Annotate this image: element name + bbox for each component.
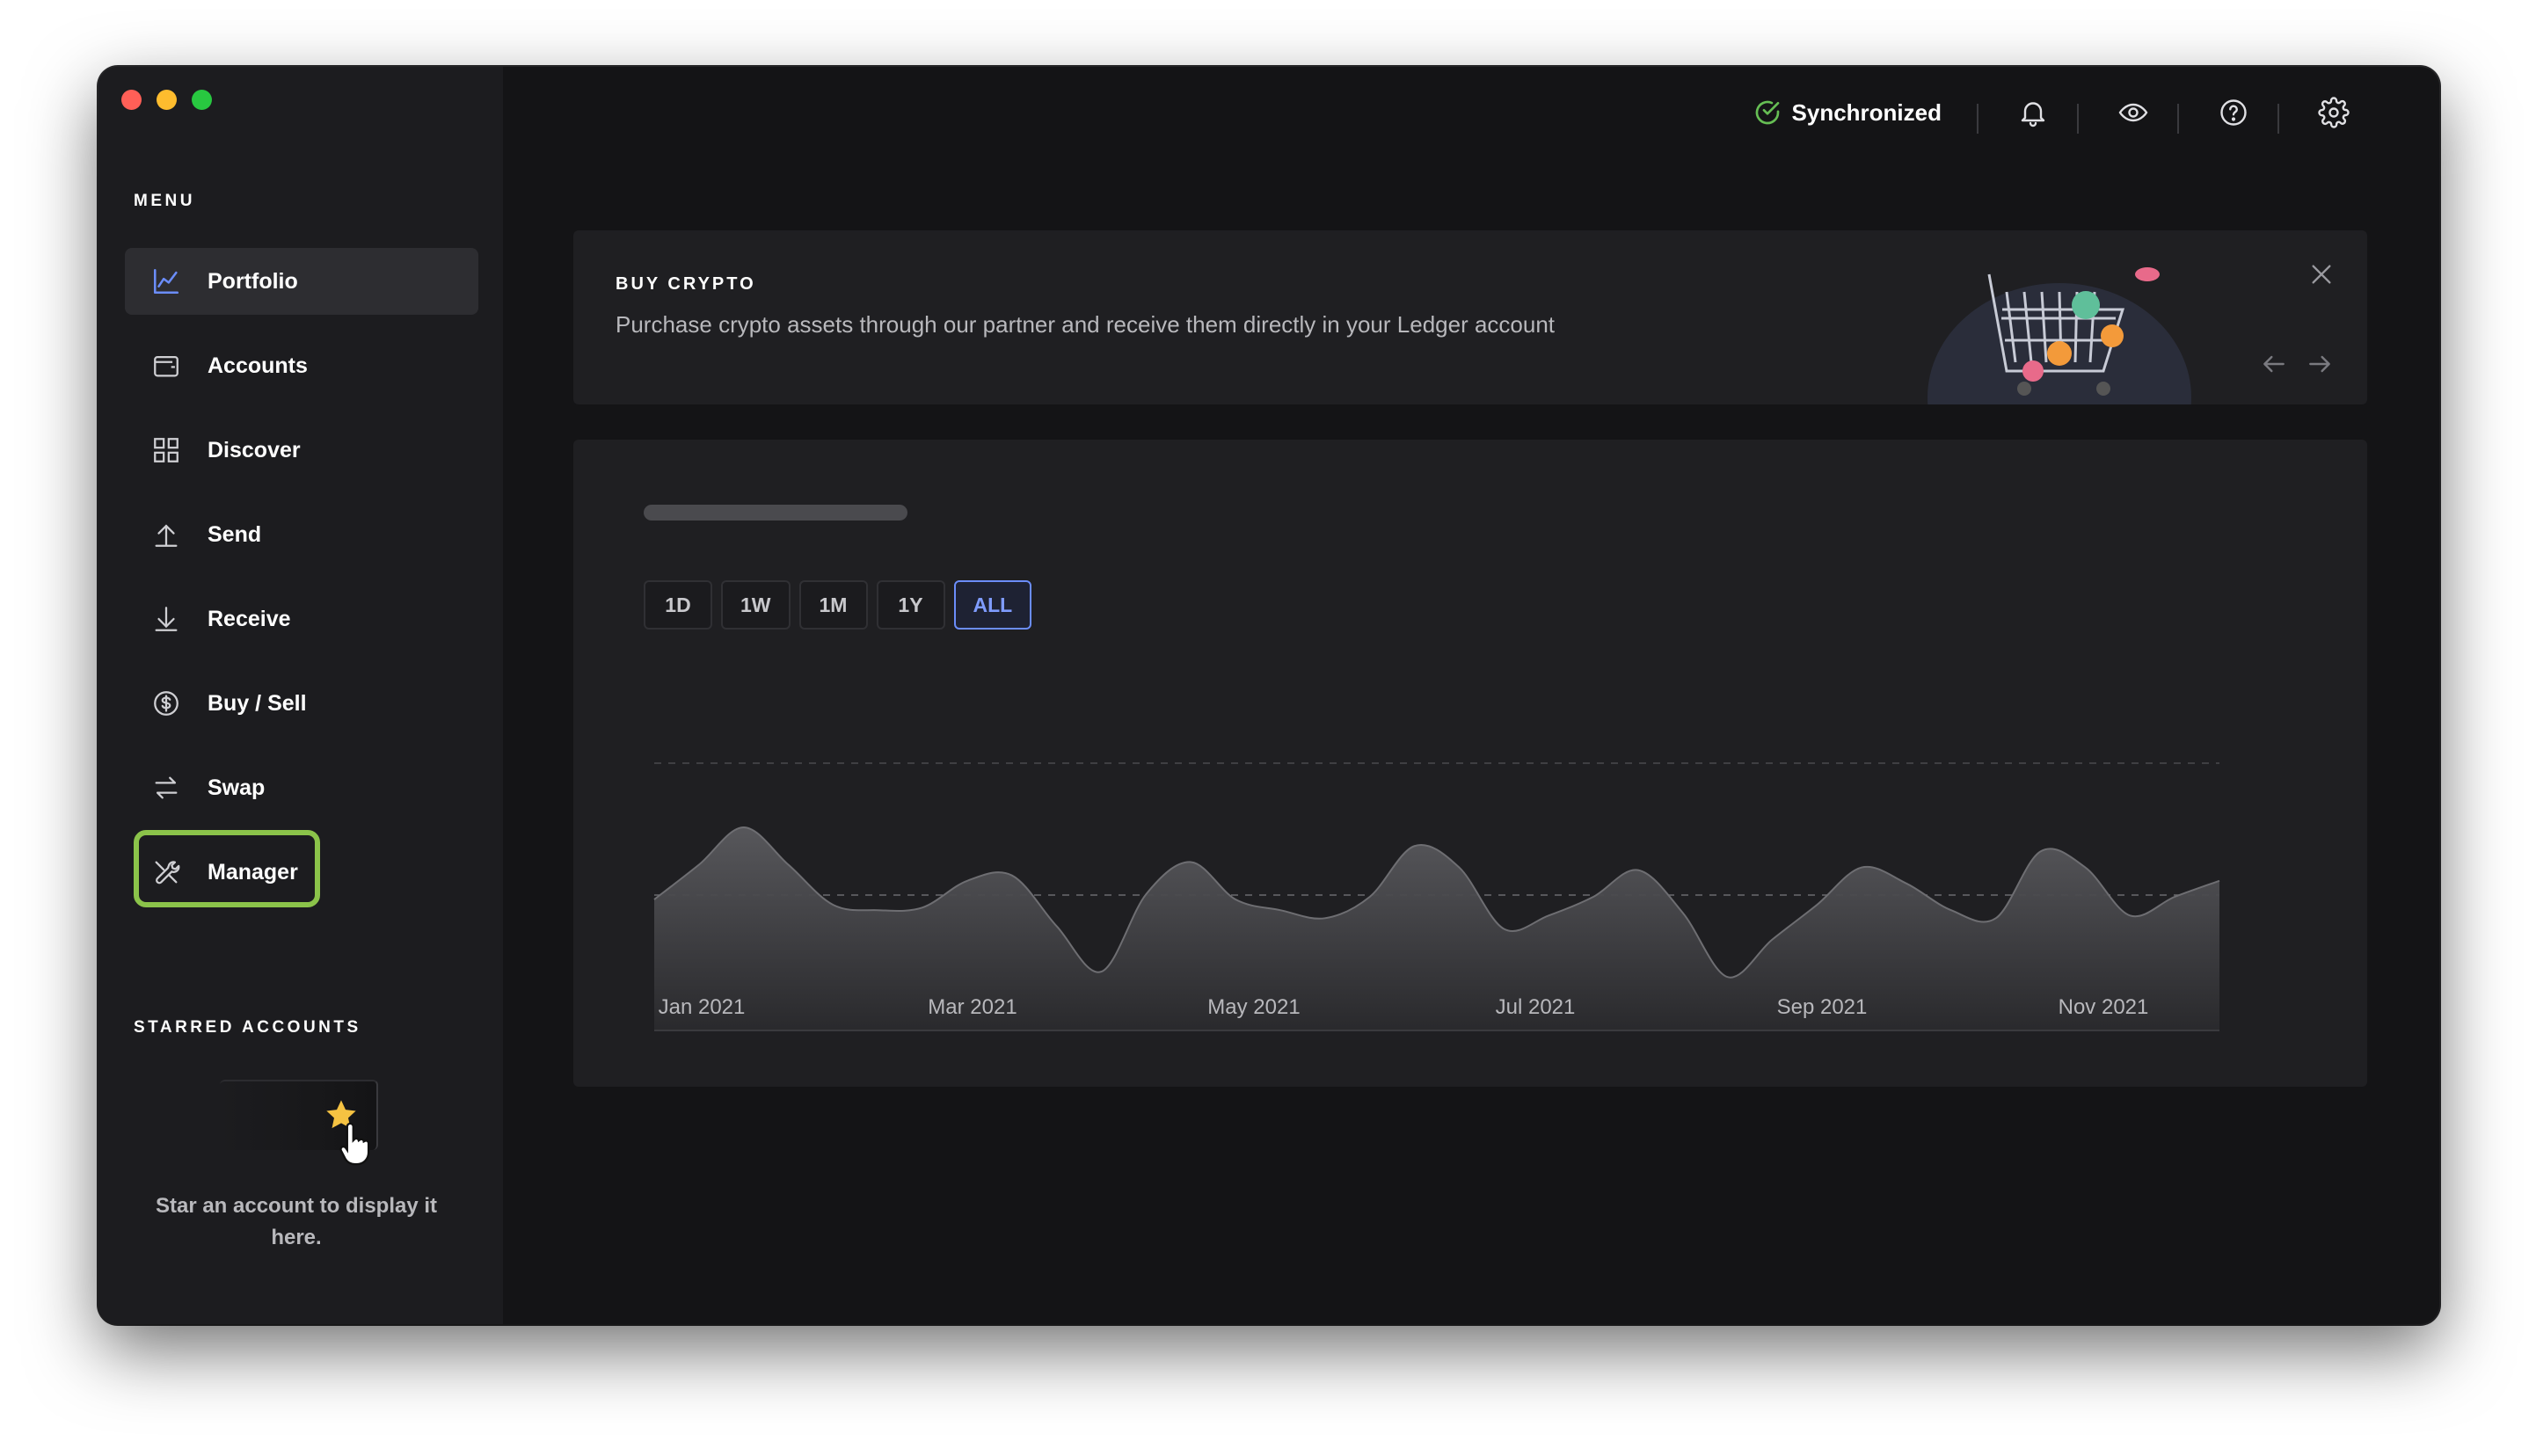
sidebar-item-label: Discover bbox=[208, 437, 301, 462]
check-circle-icon bbox=[1755, 100, 1779, 125]
sidebar: MENU Portfolio Accounts Discover Send Re… bbox=[98, 67, 503, 1324]
sidebar-item-discover[interactable]: Discover bbox=[125, 417, 478, 484]
grid-icon bbox=[151, 435, 181, 465]
sidebar-item-label: Buy / Sell bbox=[208, 690, 307, 716]
starred-accounts-title: STARRED ACCOUNTS bbox=[134, 1018, 361, 1037]
sidebar-item-label: Swap bbox=[208, 775, 266, 800]
manager-highlight-outline bbox=[134, 830, 320, 907]
divider bbox=[2077, 104, 2079, 134]
sync-status[interactable]: Synchronized bbox=[1753, 98, 1942, 127]
sidebar-item-accounts[interactable]: Accounts bbox=[125, 332, 478, 399]
shopping-cart-illustration bbox=[1928, 267, 2191, 404]
upload-arrow-icon bbox=[151, 520, 181, 550]
swap-icon bbox=[151, 773, 181, 803]
chart-area-fill bbox=[654, 826, 2219, 1030]
divider bbox=[2177, 104, 2179, 134]
wallet-icon bbox=[151, 351, 181, 381]
sidebar-item-label: Portfolio bbox=[208, 268, 298, 294]
menu-title: MENU bbox=[134, 192, 195, 210]
sidebar-item-receive[interactable]: Receive bbox=[125, 586, 478, 652]
divider bbox=[2277, 104, 2279, 134]
sidebar-item-portfolio[interactable]: Portfolio bbox=[125, 248, 478, 315]
sidebar-item-send[interactable]: Send bbox=[125, 501, 478, 568]
sidebar-item-buy-sell[interactable]: Buy / Sell bbox=[125, 670, 478, 737]
bell-icon[interactable] bbox=[2017, 97, 2049, 128]
x-tick-label: Nov 2021 bbox=[2058, 995, 2149, 1019]
sidebar-item-swap[interactable]: Swap bbox=[125, 754, 478, 821]
download-arrow-icon bbox=[151, 604, 181, 634]
sidebar-item-label: Send bbox=[208, 521, 262, 547]
x-tick-label: Sep 2021 bbox=[1776, 995, 1868, 1019]
top-bar: Synchronized bbox=[503, 67, 2439, 181]
banner-nav bbox=[2260, 350, 2334, 378]
x-tick-label: Mar 2021 bbox=[928, 995, 1017, 1019]
arrow-right-icon[interactable] bbox=[2306, 350, 2334, 378]
pointer-hand-icon bbox=[339, 1122, 370, 1166]
window-controls bbox=[121, 90, 212, 110]
maximize-window-button[interactable] bbox=[192, 90, 212, 110]
x-tick-label: Jul 2021 bbox=[1495, 995, 1576, 1019]
settings-icon[interactable] bbox=[2318, 97, 2350, 128]
x-tick-label: Jan 2021 bbox=[658, 995, 746, 1019]
banner-text: Purchase crypto assets through our partn… bbox=[616, 311, 1556, 338]
arrow-left-icon[interactable] bbox=[2260, 350, 2288, 378]
starred-placeholder-card bbox=[220, 1080, 378, 1166]
portfolio-chart-card: 1D 1W 1M 1Y ALL Jan 2021 Mar 2021 May 20… bbox=[573, 440, 2367, 1087]
portfolio-area-chart bbox=[653, 762, 2220, 1031]
eye-icon[interactable] bbox=[2117, 97, 2149, 128]
sidebar-nav: Portfolio Accounts Discover Send Receive… bbox=[125, 248, 478, 923]
chart-icon bbox=[151, 266, 181, 296]
app-window: MENU Portfolio Accounts Discover Send Re… bbox=[98, 67, 2439, 1324]
sidebar-item-label: Accounts bbox=[208, 353, 308, 378]
sidebar-item-label: Receive bbox=[208, 606, 291, 631]
close-icon[interactable] bbox=[2307, 260, 2336, 288]
minimize-window-button[interactable] bbox=[157, 90, 177, 110]
buy-crypto-banner[interactable]: BUY CRYPTO Purchase crypto assets throug… bbox=[573, 230, 2367, 404]
help-icon[interactable] bbox=[2218, 97, 2249, 128]
banner-title: BUY CRYPTO bbox=[616, 274, 756, 294]
sync-status-label: Synchronized bbox=[1791, 98, 1942, 126]
dollar-circle-icon bbox=[151, 688, 181, 718]
x-tick-label: May 2021 bbox=[1207, 995, 1301, 1019]
starred-empty-text: Star an account to display it here. bbox=[155, 1194, 438, 1249]
close-window-button[interactable] bbox=[121, 90, 142, 110]
divider bbox=[1977, 104, 1979, 134]
